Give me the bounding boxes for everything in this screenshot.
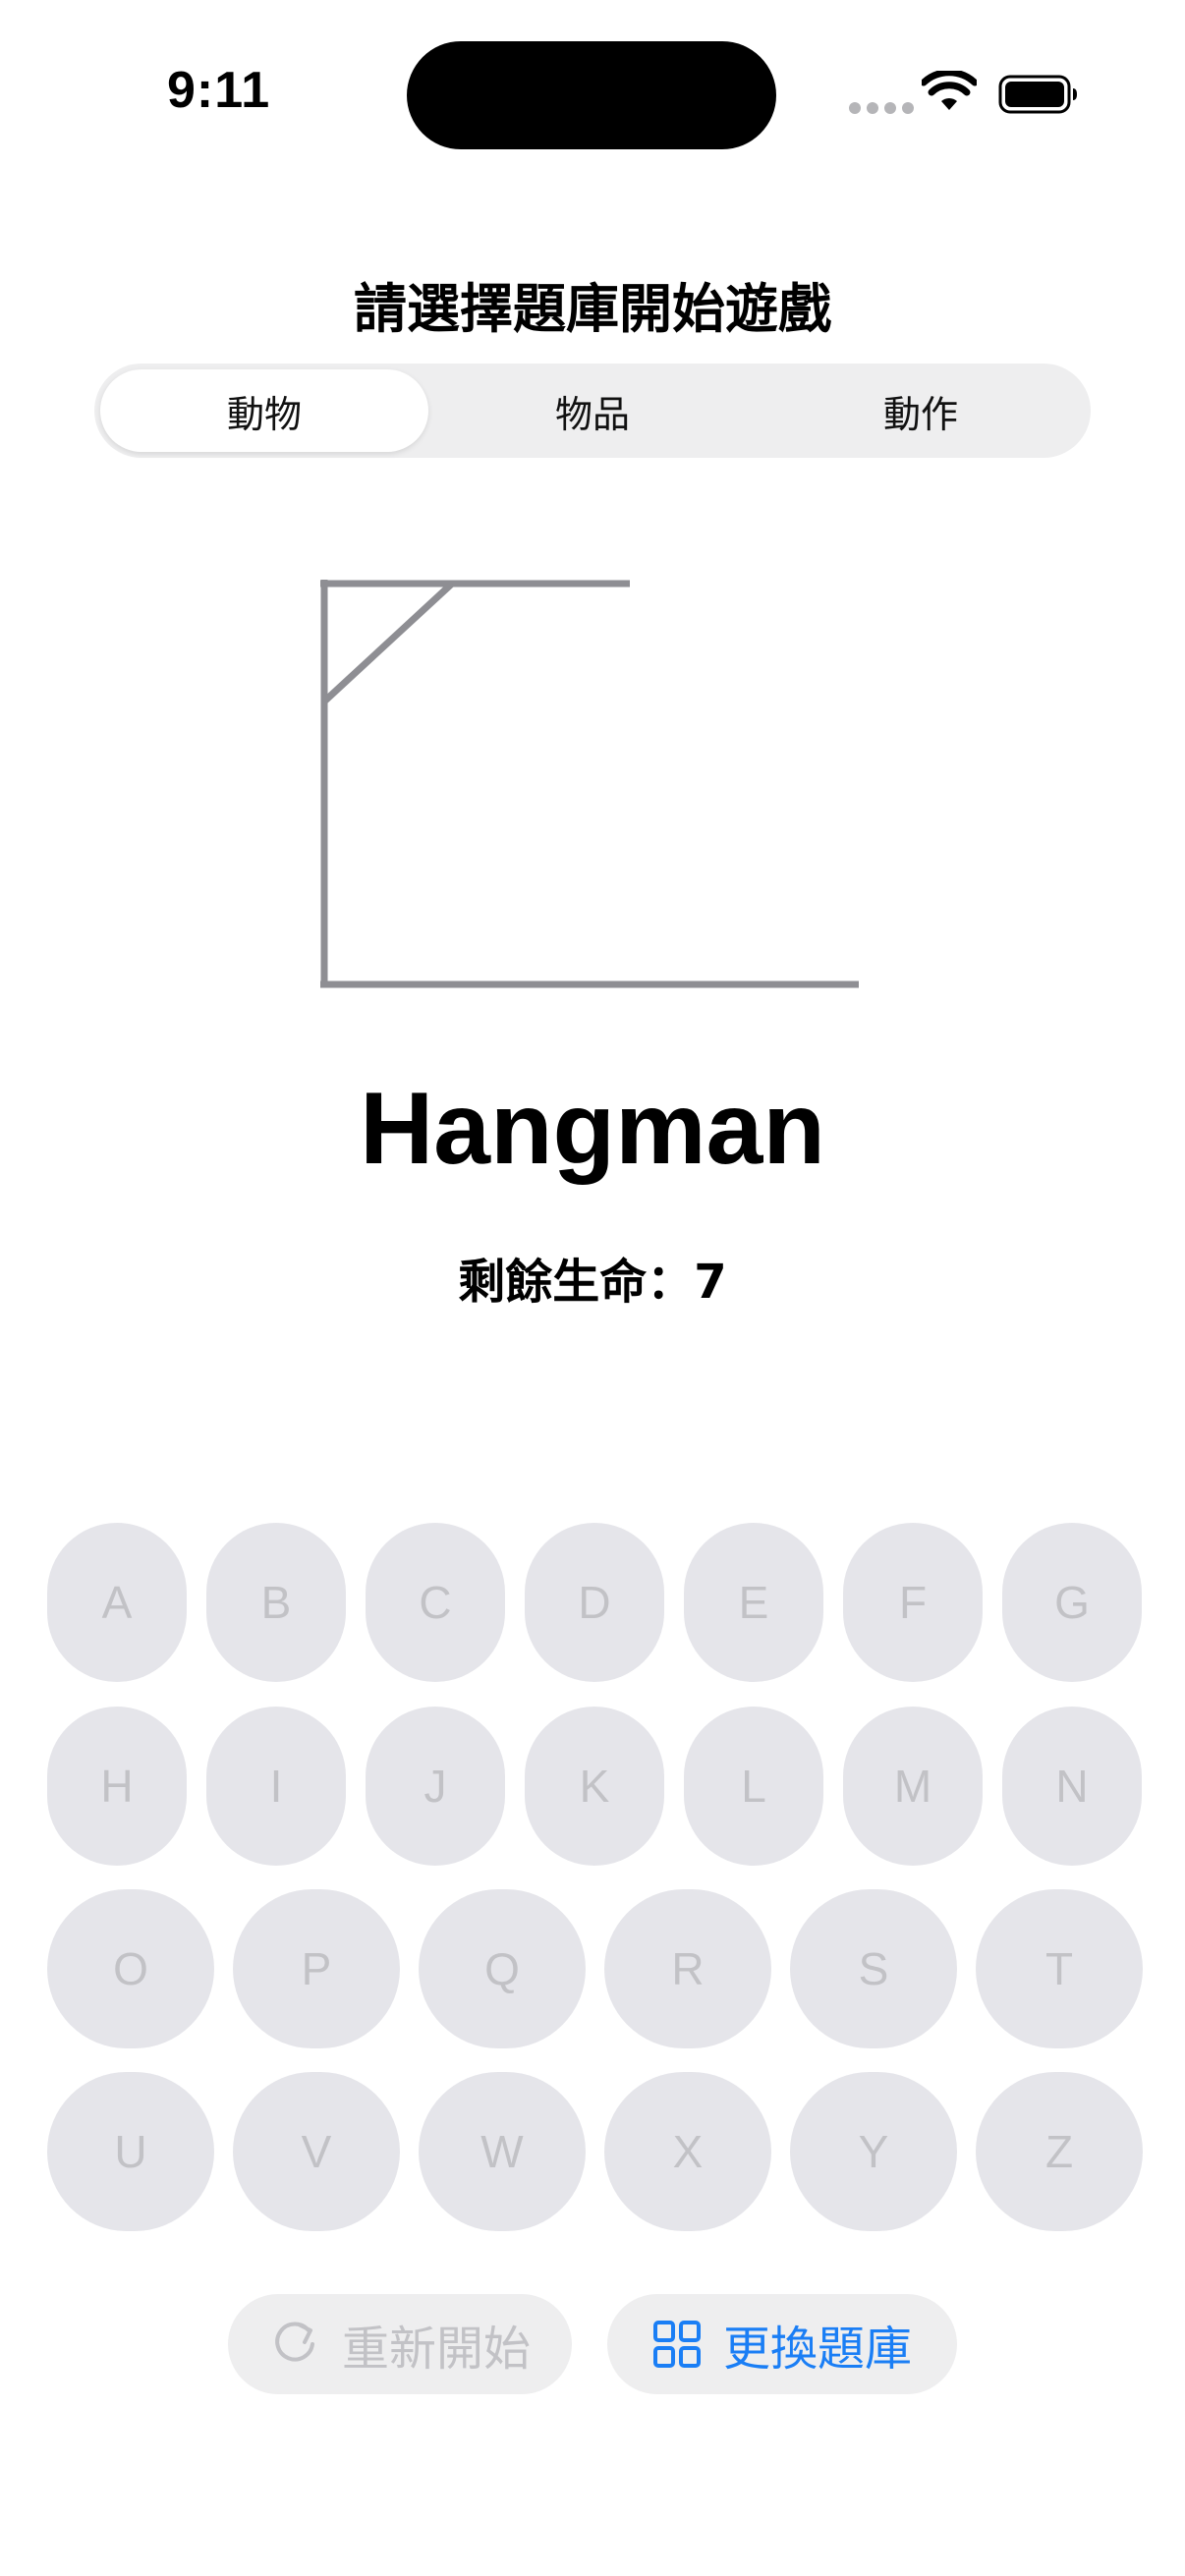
category-segment-items[interactable]: 物品 [428,369,757,452]
battery-icon [998,75,1077,114]
key-q[interactable]: Q [419,1889,586,2048]
key-o[interactable]: O [47,1889,214,2048]
key-y[interactable]: Y [790,2072,957,2231]
key-b[interactable]: B [206,1523,346,1682]
key-z[interactable]: Z [976,2072,1143,2231]
change-bank-button[interactable]: 更換題庫 [607,2294,957,2394]
key-c[interactable]: C [366,1523,505,1682]
game-title: Hangman [360,1072,825,1186]
key-v[interactable]: V [233,2072,400,2231]
key-j[interactable]: J [366,1707,505,1866]
key-r[interactable]: R [604,1889,771,2048]
keyboard-row-2: H I J K L M N [47,1707,1142,1866]
page-title: 請選擇題庫開始遊戲 [354,278,831,340]
keyboard-row-1: A B C D E F G [47,1523,1142,1682]
category-segment-animals[interactable]: 動物 [100,369,428,452]
keyboard-row-4: U V W X Y Z [47,2072,1143,2231]
change-bank-label: 更換題庫 [722,2322,912,2377]
gallows-brace [321,581,455,704]
key-u[interactable]: U [47,2072,214,2231]
grid-icon [652,2321,701,2368]
lives-remaining: 剩餘生命：7 [458,1255,727,1310]
key-s[interactable]: S [790,1889,957,2048]
key-a[interactable]: A [47,1523,187,1682]
restart-button[interactable]: 重新開始 [228,2294,572,2394]
key-m[interactable]: M [843,1707,983,1866]
gallows-drawing [320,580,859,988]
key-x[interactable]: X [604,2072,771,2231]
dynamic-island [407,41,776,149]
keyboard-row-3: O P Q R S T [47,1889,1143,2048]
arrow-clockwise-icon [275,2322,314,2362]
wifi-icon [922,71,977,110]
key-h[interactable]: H [47,1707,187,1866]
category-picker: 動物 物品 動作 [94,364,1091,458]
restart-label: 重新開始 [341,2322,531,2377]
key-w[interactable]: W [419,2072,586,2231]
key-g[interactable]: G [1002,1523,1142,1682]
status-time: 9:11 [167,62,271,119]
key-f[interactable]: F [843,1523,983,1682]
cellular-signal-icon [849,102,914,114]
key-p[interactable]: P [233,1889,400,2048]
key-d[interactable]: D [525,1523,664,1682]
key-i[interactable]: I [206,1707,346,1866]
key-l[interactable]: L [684,1707,823,1866]
key-t[interactable]: T [976,1889,1143,2048]
status-bar: 9:11 [0,0,1185,196]
key-e[interactable]: E [684,1523,823,1682]
category-segment-actions[interactable]: 動作 [757,369,1085,452]
key-k[interactable]: K [525,1707,664,1866]
key-n[interactable]: N [1002,1707,1142,1866]
